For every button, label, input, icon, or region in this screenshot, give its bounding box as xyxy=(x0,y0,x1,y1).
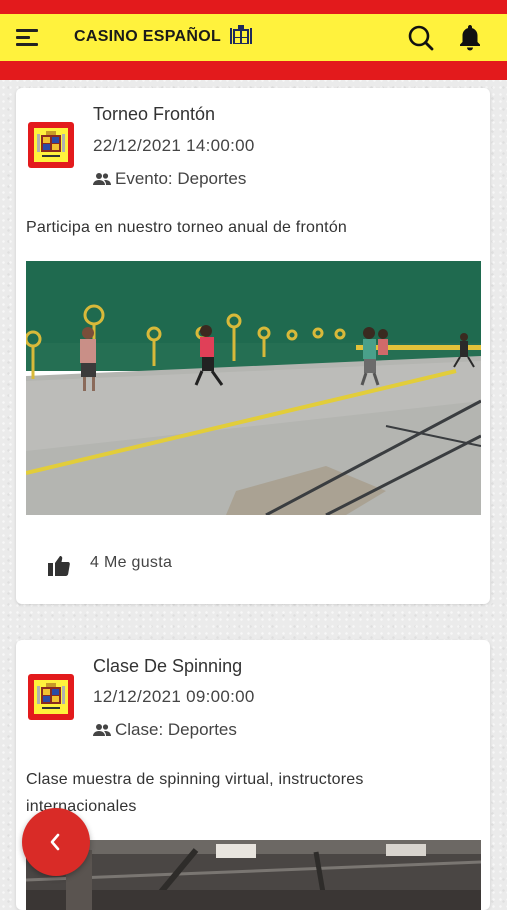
people-icon xyxy=(93,173,111,185)
crest-icon xyxy=(230,25,252,44)
back-button[interactable] xyxy=(22,808,90,876)
likes-count: 4 Me gusta xyxy=(90,554,173,571)
post-category-label: Clase: Deportes xyxy=(115,720,237,739)
menu-icon-line xyxy=(16,29,38,32)
post-description: Clase muestra de spinning virtual, instr… xyxy=(26,771,364,815)
menu-icon-line xyxy=(16,36,30,39)
search-icon[interactable] xyxy=(407,24,435,52)
brand-title: CASINO ESPAÑOL xyxy=(74,28,222,45)
post-photo[interactable] xyxy=(26,261,481,515)
bell-icon[interactable] xyxy=(457,23,483,51)
menu-button[interactable] xyxy=(16,24,42,50)
post-card[interactable]: Clase De Spinning 12/12/2021 09:00:00 Cl… xyxy=(16,640,490,910)
app-header: CASINO ESPAÑOL xyxy=(0,0,507,80)
post-category-label: Evento: Deportes xyxy=(115,169,247,188)
post-category: Clase: Deportes xyxy=(93,720,237,740)
post-datetime: 12/12/2021 09:00:00 xyxy=(93,687,255,706)
chevron-left-icon xyxy=(50,833,60,851)
post-datetime: 22/12/2021 14:00:00 xyxy=(93,136,255,155)
post-category: Evento: Deportes xyxy=(93,169,246,189)
people-icon xyxy=(93,724,111,736)
post-title: Torneo Frontón xyxy=(93,104,216,124)
post-card[interactable]: Torneo Frontón 22/12/2021 14:00:00 Event… xyxy=(16,88,490,604)
thumbs-up-icon[interactable] xyxy=(46,553,72,579)
club-crest-icon xyxy=(28,674,74,720)
club-crest-icon xyxy=(28,122,74,168)
post-description: Participa en nuestro torneo anual de fro… xyxy=(26,219,348,236)
post-title: Clase De Spinning xyxy=(93,656,243,676)
menu-icon-line xyxy=(16,43,38,46)
